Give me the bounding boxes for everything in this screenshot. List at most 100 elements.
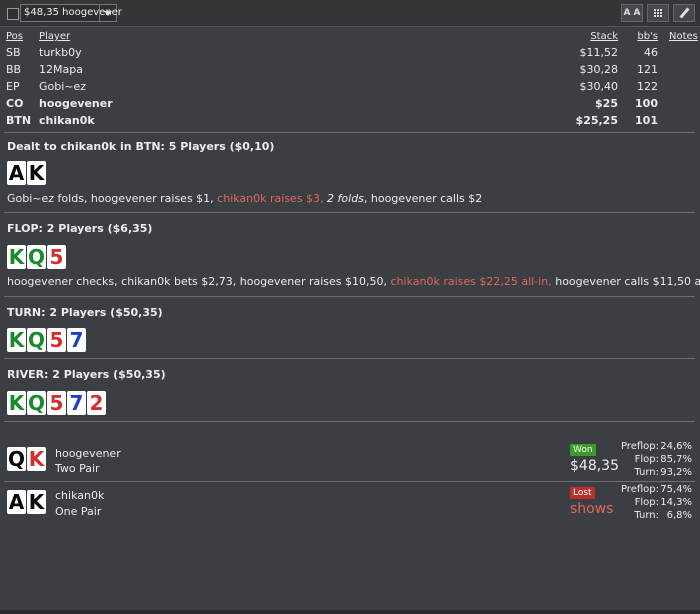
chevron-down-icon[interactable] <box>99 5 116 21</box>
player-bb: 101 <box>635 114 658 127</box>
action-text-folds: 2 folds <box>327 192 364 205</box>
player-bb: 122 <box>637 80 658 93</box>
action-text: hoogevener calls $11,50 all-in <box>555 275 700 288</box>
card: K <box>27 161 46 185</box>
toolbar: $48,35 hoogevener A A <box>0 0 700 27</box>
player-name[interactable]: chikan0k <box>39 114 95 127</box>
equity-label: Turn: <box>634 510 659 521</box>
flop-cards: K Q 5 <box>7 245 66 269</box>
header-pos[interactable]: Pos <box>6 31 23 42</box>
action-text: hoogevener checks, chikan0k bets $2,73, … <box>7 275 391 288</box>
font-size-button[interactable]: A A <box>621 4 643 22</box>
equity-value: 75,4% <box>660 484 692 495</box>
card: K <box>27 447 46 471</box>
pencil-icon <box>679 7 690 19</box>
divider <box>4 358 695 359</box>
divider <box>4 296 695 297</box>
turn-cards: K Q 5 7 <box>7 328 86 352</box>
grid-view-button[interactable] <box>647 4 669 22</box>
flop-title: FLOP: 2 Players ($6,35) <box>7 222 153 235</box>
header-player[interactable]: Player <box>39 31 70 42</box>
showdown-cards: Q K <box>7 447 46 471</box>
card: 5 <box>47 391 66 415</box>
status-bar <box>0 610 700 614</box>
result-player-name: hoogevener <box>55 447 121 460</box>
grid-icon <box>654 9 663 18</box>
equity-row: Preflop: 75,4% <box>572 484 692 497</box>
player-stack: $25 <box>595 97 618 110</box>
action-text: Gobi~ez folds, hoogevener raises $1, <box>7 192 218 205</box>
turn-title: TURN: 2 Players ($50,35) <box>7 306 163 319</box>
equity-row: Flop: 14,3% <box>572 497 692 510</box>
action-text-hero: chikan0k raises $22,25 all-in, <box>390 275 556 288</box>
hand-selector-dropdown[interactable]: $48,35 hoogevener <box>20 4 122 22</box>
edit-button[interactable] <box>673 4 695 22</box>
player-name[interactable]: turkb0y <box>39 46 82 59</box>
hole-cards: A K <box>7 161 46 185</box>
player-pos: SB <box>6 46 21 59</box>
header-notes[interactable]: Notes <box>669 31 698 42</box>
equity-value: 85,7% <box>660 454 692 465</box>
action-text: , hoogevener calls $2 <box>363 192 483 205</box>
divider <box>4 481 695 482</box>
card: 5 <box>47 245 66 269</box>
equity-label: Turn: <box>634 467 659 478</box>
equity-value: 93,2% <box>660 467 692 478</box>
player-name[interactable]: hoogevener <box>39 97 113 110</box>
card: K <box>7 245 26 269</box>
card: A <box>7 490 26 514</box>
river-title: RIVER: 2 Players ($50,35) <box>7 368 166 381</box>
card: 5 <box>47 328 66 352</box>
equity-row: Turn: 6,8% <box>572 510 692 523</box>
card: A <box>7 161 26 185</box>
result-player-name: chikan0k <box>55 489 105 502</box>
result-hand: One Pair <box>55 505 102 518</box>
showdown-cards: A K <box>7 490 46 514</box>
player-pos: EP <box>6 80 20 93</box>
player-name[interactable]: Gobi~ez <box>39 80 86 93</box>
equity-label: Preflop: <box>620 484 659 495</box>
preflop-actions: Gobi~ez folds, hoogevener raises $1, chi… <box>7 192 482 205</box>
table-row: EP Gobi~ez $30,40 122 <box>0 80 700 96</box>
equity-row: Preflop: 24,6% <box>572 441 692 454</box>
card: Q <box>27 391 46 415</box>
card: 7 <box>67 391 86 415</box>
card: K <box>7 391 26 415</box>
table-row: BB 12Mapa $30,28 121 <box>0 63 700 79</box>
player-pos: CO <box>6 97 24 110</box>
divider <box>4 421 695 422</box>
card: K <box>7 328 26 352</box>
card: K <box>27 490 46 514</box>
divider <box>4 132 695 133</box>
player-stack: $11,52 <box>579 46 619 59</box>
result-hand: Two Pair <box>55 462 100 475</box>
player-name[interactable]: 12Mapa <box>39 63 83 76</box>
card: Q <box>7 447 26 471</box>
preflop-title: Dealt to chikan0k in BTN: 5 Players ($0,… <box>7 140 275 153</box>
player-stack: $25,25 <box>575 114 618 127</box>
equity-value: 14,3% <box>660 497 692 508</box>
card: 7 <box>67 328 86 352</box>
player-stack: $30,28 <box>579 63 619 76</box>
equity-value: 6,8% <box>666 510 692 521</box>
player-pos: BTN <box>6 114 32 127</box>
card: Q <box>27 328 46 352</box>
equity-row: Flop: 85,7% <box>572 454 692 467</box>
select-hand-checkbox[interactable] <box>7 8 19 20</box>
equity-label: Preflop: <box>620 441 659 452</box>
flop-actions: hoogevener checks, chikan0k bets $2,73, … <box>7 275 700 288</box>
player-pos: BB <box>6 63 22 76</box>
header-bb[interactable]: bb's <box>637 31 658 42</box>
player-bb: 121 <box>637 63 658 76</box>
action-text-hero: chikan0k raises $3, <box>217 192 328 205</box>
equity-row: Turn: 93,2% <box>572 467 692 480</box>
table-row: SB turkb0y $11,52 46 <box>0 46 700 62</box>
river-cards: K Q 5 7 2 <box>7 391 106 415</box>
card: Q <box>27 245 46 269</box>
equity-label: Flop: <box>634 497 659 508</box>
header-stack[interactable]: Stack <box>590 31 618 42</box>
equity-value: 24,6% <box>660 441 692 452</box>
player-bb: 46 <box>644 46 658 59</box>
card: 2 <box>87 391 106 415</box>
equity-label: Flop: <box>634 454 659 465</box>
